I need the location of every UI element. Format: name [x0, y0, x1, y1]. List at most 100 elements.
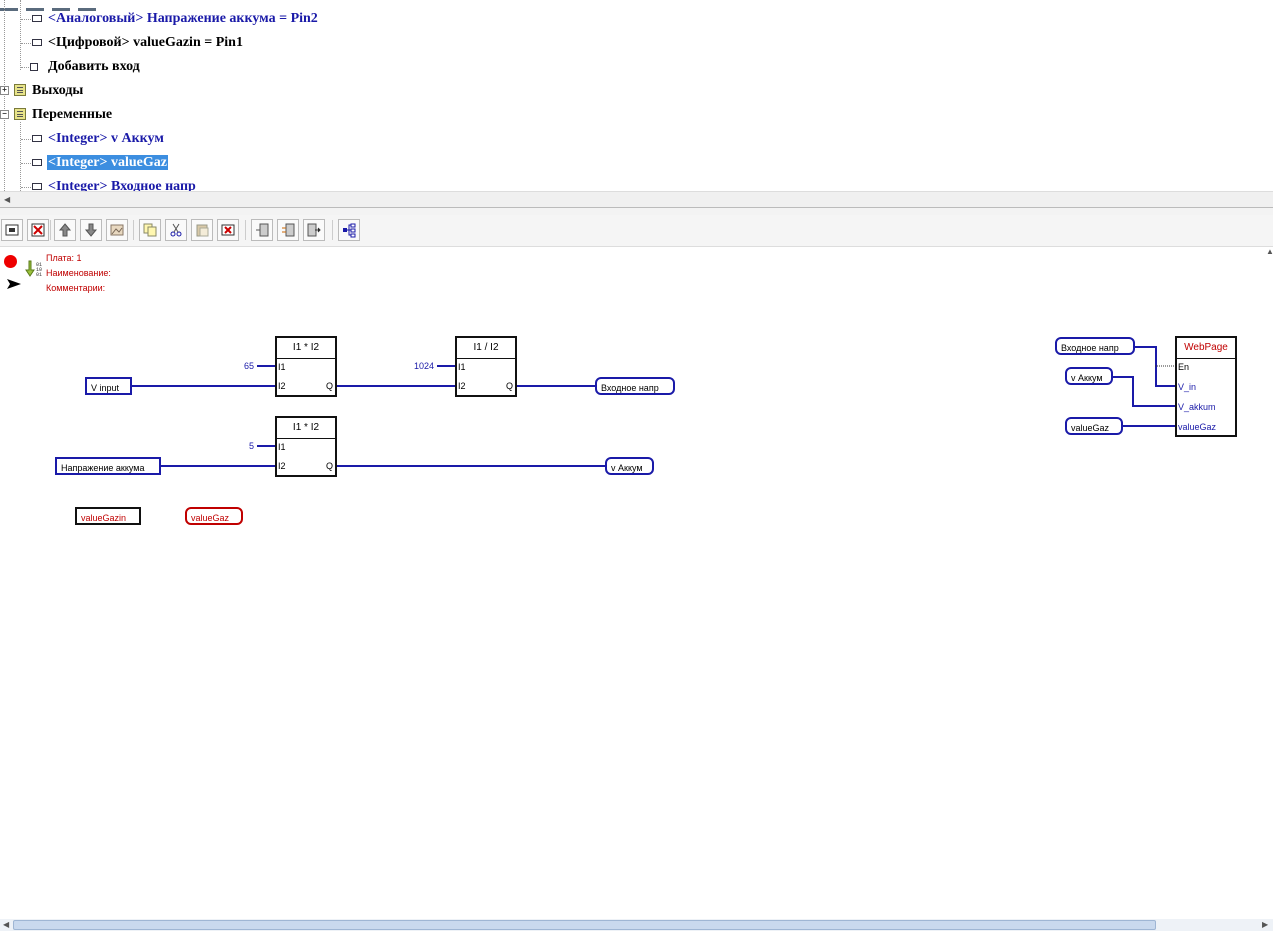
- input-var-valuegaz[interactable]: valueGaz: [1065, 417, 1123, 435]
- input-leaf-icon: [32, 15, 42, 22]
- input-pin-valuegaz[interactable]: valueGaz: [1178, 422, 1216, 432]
- constant-value[interactable]: 1024: [400, 361, 434, 371]
- image-icon: [110, 224, 124, 236]
- canvas-horizontal-scrollbar[interactable]: ◀ ▶: [0, 919, 1273, 931]
- tree-item-label: <Цифровой> valueGazin = Pin1: [48, 35, 243, 50]
- cut-button[interactable]: [165, 219, 187, 241]
- project-tree[interactable]: <Аналоговый> Напражение аккума = Pin2 <Ц…: [0, 0, 1273, 191]
- tree-item-label: Добавить вход: [48, 59, 140, 74]
- input-pin-i2[interactable]: I2: [278, 461, 286, 471]
- tree-item-label: <Integer> Входное напр: [48, 179, 196, 191]
- tree-item[interactable]: <Integer> Входное напр: [47, 177, 197, 191]
- input-var-v-input[interactable]: V input: [85, 377, 132, 395]
- block-title: I1 * I2: [277, 418, 335, 439]
- tree-horizontal-scrollbar[interactable]: ◀: [0, 191, 1273, 208]
- expand-icon[interactable]: +: [0, 86, 9, 95]
- output-var-v-akkum[interactable]: v Аккум: [605, 457, 654, 475]
- align-right-button[interactable]: [277, 219, 299, 241]
- tree-item[interactable]: <Аналоговый> Напражение аккума = Pin2: [47, 9, 319, 29]
- constant-value[interactable]: 65: [232, 361, 254, 371]
- paste-button[interactable]: [191, 219, 213, 241]
- input-pin-v-in[interactable]: V_in: [1178, 382, 1196, 392]
- input-pin-i2[interactable]: I2: [278, 381, 286, 391]
- delete-block-button[interactable]: [217, 219, 239, 241]
- tree-item-selected[interactable]: <Integer> valueGaz: [47, 153, 168, 173]
- scroll-left-icon[interactable]: ◀: [4, 195, 10, 204]
- scroll-left-icon[interactable]: ◀: [3, 920, 9, 929]
- add-block-button[interactable]: [1, 219, 23, 241]
- move-up-button[interactable]: [54, 219, 76, 241]
- var-valuegazin[interactable]: valueGazin: [75, 507, 141, 525]
- constant-value[interactable]: 5: [232, 441, 254, 451]
- input-pin-i1[interactable]: I1: [458, 362, 466, 372]
- input-var-napr-akkuma[interactable]: Напражение аккума: [55, 457, 161, 475]
- move-down-button[interactable]: [80, 219, 102, 241]
- align-left-button[interactable]: [251, 219, 273, 241]
- cut-icon: [170, 223, 182, 237]
- export-icon: [307, 223, 321, 237]
- input-var-v-akkum[interactable]: v Аккум: [1065, 367, 1113, 385]
- var-valuegaz-red[interactable]: valueGaz: [185, 507, 243, 525]
- delete-block-icon: [221, 224, 235, 236]
- tree-item-label: <Аналоговый> Напражение аккума = Pin2: [48, 11, 318, 26]
- align-left-icon: [256, 223, 269, 237]
- input-pin-i1[interactable]: I1: [278, 362, 286, 372]
- diagram-canvas[interactable]: 01 10 01 Плата: 1 Наименование: Коммента…: [0, 247, 1273, 919]
- input-pin-v-akkum[interactable]: V_akkum: [1178, 402, 1216, 412]
- block-title: I1 * I2: [277, 338, 335, 359]
- move-up-icon: [58, 223, 72, 237]
- tree-item-label: <Integer> valueGaz: [47, 155, 168, 170]
- tree-item[interactable]: <Цифровой> valueGazin = Pin1: [47, 33, 244, 53]
- paste-icon: [196, 224, 209, 237]
- tree-item[interactable]: <Integer> v Аккум: [47, 129, 165, 149]
- variable-leaf-icon: [32, 159, 42, 166]
- output-pin-q[interactable]: Q: [506, 381, 513, 391]
- tree-item-outputs[interactable]: Выходы: [31, 81, 84, 101]
- tree-view-button[interactable]: [338, 219, 360, 241]
- copy-button[interactable]: [139, 219, 161, 241]
- tree-item-variables[interactable]: Переменные: [31, 105, 113, 125]
- folder-icon: [14, 84, 26, 96]
- variable-leaf-icon: [32, 183, 42, 190]
- block-title: I1 / I2: [457, 338, 515, 359]
- divide-block[interactable]: I1 / I2 I1 I2 Q: [455, 336, 517, 397]
- delete-icon: [31, 223, 45, 237]
- tree-item-label: Переменные: [32, 107, 113, 122]
- output-var-vhodnoe-napr[interactable]: Входное напр: [595, 377, 675, 395]
- copy-icon: [143, 223, 157, 237]
- add-block-icon: [5, 224, 19, 236]
- scroll-up-icon[interactable]: ▲: [1266, 247, 1273, 259]
- tree-view-icon: [343, 223, 356, 238]
- scrollbar-thumb[interactable]: [13, 920, 1156, 930]
- webpage-block[interactable]: WebPage En V_in V_akkum valueGaz: [1175, 336, 1237, 437]
- input-var-vhodnoe-napr[interactable]: Входное напр: [1055, 337, 1135, 355]
- multiply-block-1[interactable]: I1 * I2 I1 I2 Q: [275, 336, 337, 397]
- input-pin-en[interactable]: En: [1178, 362, 1189, 372]
- scroll-right-icon[interactable]: ▶: [1262, 920, 1268, 929]
- block-title: WebPage: [1177, 338, 1235, 359]
- tree-item-label: Выходы: [32, 83, 84, 98]
- add-input-icon: [30, 63, 38, 71]
- variable-leaf-icon: [32, 135, 42, 142]
- wire: [1112, 376, 1176, 407]
- collapse-icon[interactable]: −: [0, 110, 9, 119]
- multiply-block-2[interactable]: I1 * I2 I1 I2 Q: [275, 416, 337, 477]
- output-pin-q[interactable]: Q: [326, 381, 333, 391]
- output-pin-q[interactable]: Q: [326, 461, 333, 471]
- diagram-toolbar: [0, 215, 1273, 247]
- delete-button[interactable]: [27, 219, 49, 241]
- tree-connector: [4, 0, 5, 191]
- image-button[interactable]: [106, 219, 128, 241]
- tree-connector: [20, 0, 21, 70]
- tree-item-add-input[interactable]: Добавить вход: [47, 57, 141, 77]
- tree-top-edge: [0, 0, 120, 11]
- move-down-icon: [84, 223, 98, 237]
- align-right-icon: [282, 223, 295, 237]
- input-pin-i1[interactable]: I1: [278, 442, 286, 452]
- input-pin-i2[interactable]: I2: [458, 381, 466, 391]
- tree-item-label: <Integer> v Аккум: [48, 131, 164, 146]
- export-button[interactable]: [303, 219, 325, 241]
- input-leaf-icon: [32, 39, 42, 46]
- tree-connector: [20, 122, 21, 191]
- folder-icon: [14, 108, 26, 120]
